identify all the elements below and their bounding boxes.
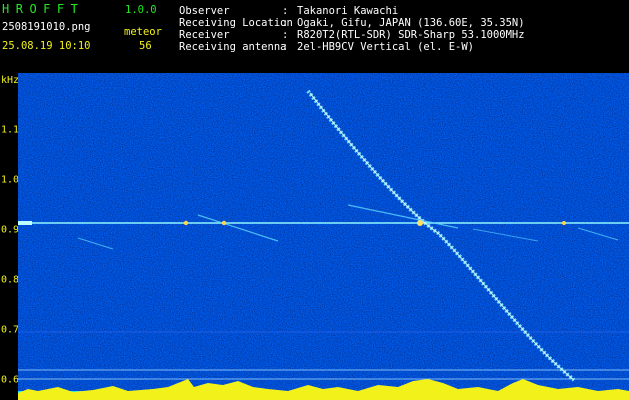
y-axis-unit: kHz xyxy=(1,75,20,86)
version-label: 1.0.0 xyxy=(125,4,157,16)
y-tick: 0.9 xyxy=(1,224,20,236)
y-tick: 0.7 xyxy=(1,324,20,336)
antenna-value: 2el-HB9CV Vertical (el. E-W) xyxy=(297,41,475,53)
hotspot xyxy=(417,220,423,226)
separator: : xyxy=(282,17,289,29)
receiver-value: R820T2(RTL-SDR) SDR-Sharp 53.1000MHz xyxy=(297,29,525,41)
separator: : xyxy=(282,29,289,41)
y-tick: 0.6 xyxy=(1,374,20,386)
hotspot xyxy=(562,221,566,225)
separator: : xyxy=(282,41,289,53)
brand-title: HROFFT xyxy=(2,2,85,16)
location-value: Ogaki, Gifu, JAPAN (136.60E, 35.35N) xyxy=(297,17,525,29)
y-tick: 0.8 xyxy=(1,274,20,286)
noise-texture xyxy=(18,73,629,400)
location-label: Receiving Location xyxy=(179,17,293,29)
datetime-label: 25.08.19 10:10 xyxy=(2,40,91,52)
filename-label: 2508191010.png xyxy=(2,21,91,33)
separator: : xyxy=(282,5,289,17)
y-tick: 1.0 xyxy=(1,174,20,186)
observer-value: Takanori Kawachi xyxy=(297,5,399,17)
meteor-label: meteor xyxy=(124,26,162,38)
y-tick: 1.1 xyxy=(1,124,20,136)
meteor-count: 56 xyxy=(139,40,152,52)
antenna-label: Receiving antenna xyxy=(179,41,287,53)
observer-label: Observer xyxy=(179,5,230,17)
receiver-label: Receiver xyxy=(179,29,230,41)
hotspot xyxy=(183,220,189,226)
hotspot xyxy=(221,220,227,226)
spectrogram xyxy=(18,73,629,400)
